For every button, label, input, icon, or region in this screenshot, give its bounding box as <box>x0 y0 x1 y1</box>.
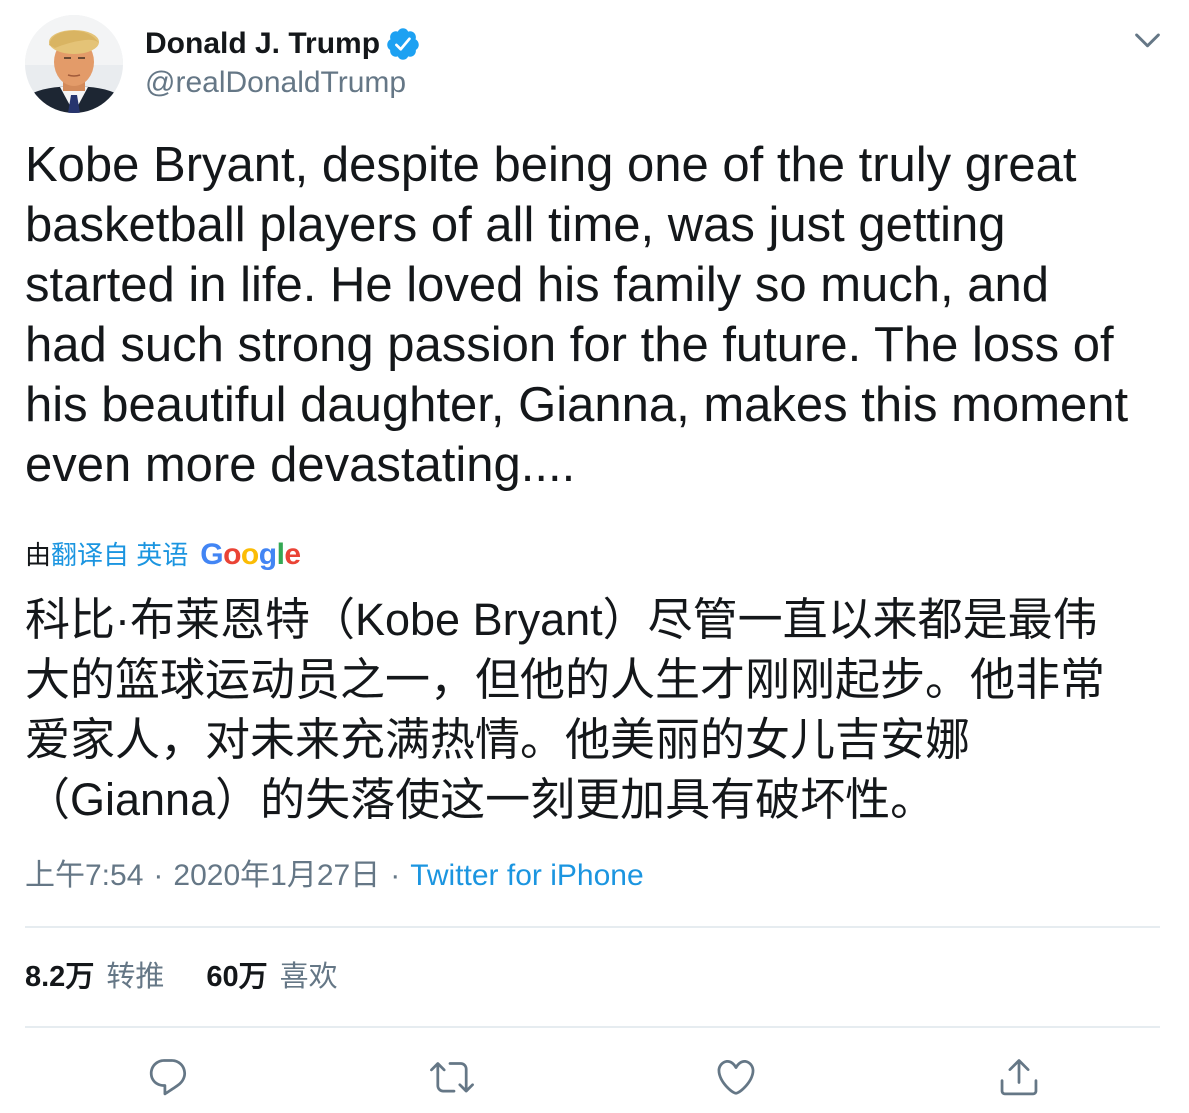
heart-icon <box>717 1059 755 1095</box>
more-options-button[interactable] <box>1130 22 1165 57</box>
tweet-text: Kobe Bryant, despite being one of the tr… <box>25 135 1175 495</box>
google-logo-letter: o <box>240 538 259 571</box>
tweet-detail: Donald J. Trump @realDonaldTrump Kobe Br… <box>0 0 1189 1113</box>
translation-attribution: 由 翻译自 英语 Google <box>25 536 301 574</box>
divider <box>25 926 1160 928</box>
likes-count: 60万 <box>206 961 268 993</box>
tweet-text-line: basketball players of all time, was just… <box>25 198 1006 252</box>
author-handle[interactable]: @realDonaldTrump <box>145 65 406 101</box>
tweet-text-line: his beautiful daughter, Gianna, makes th… <box>25 378 1129 432</box>
meta-separator: · <box>390 859 401 892</box>
retweets-label: 转推 <box>106 961 165 993</box>
likes-label: 喜欢 <box>279 961 338 993</box>
share-icon <box>1000 1059 1038 1096</box>
meta-separator: · <box>153 859 164 892</box>
author-name-row: Donald J. Trump <box>145 26 421 62</box>
reply-button[interactable] <box>146 1055 190 1099</box>
retweet-button[interactable] <box>430 1055 474 1099</box>
chevron-down-icon <box>1135 33 1160 48</box>
retweet-icon <box>430 1062 474 1093</box>
translated-text-line: 爱家人，对未来充满热情。他美丽的女儿吉安娜 <box>25 714 971 765</box>
like-button[interactable] <box>714 1055 758 1099</box>
google-logo-letter: e <box>284 538 301 571</box>
translated-text-line: 大的篮球运动员之一，但他的人生才刚刚起步。他非常 <box>25 654 1106 705</box>
google-logo-letter: G <box>200 538 224 571</box>
tweet-text-line: Kobe Bryant, despite being one of the tr… <box>25 138 1077 192</box>
divider <box>25 1026 1160 1028</box>
verified-badge-icon <box>387 28 419 60</box>
google-logo-letter: o <box>223 538 241 571</box>
avatar-image <box>25 15 123 113</box>
tweet-date[interactable]: 2020年1月27日 <box>173 859 380 892</box>
retweets-count: 8.2万 <box>25 961 95 993</box>
translated-text-line: 科比·布莱恩特（Kobe Bryant）尽管一直以来都是最伟 <box>25 594 1098 645</box>
tweet-text-line: even more devastating.... <box>25 438 576 492</box>
tweet-text-line: had such strong passion for the future. … <box>25 318 1114 372</box>
tweet-stats: 8.2万 转推 60万 喜欢 <box>25 959 380 995</box>
tweet-text-line: started in life. He loved his family so … <box>25 258 1050 312</box>
likes-stat[interactable]: 60万 喜欢 <box>206 959 337 995</box>
google-logo: Google <box>200 536 301 574</box>
tweet-time[interactable]: 上午7:54 <box>25 859 143 892</box>
translated-text-line: （Gianna）的失落使这一刻更加具有破坏性。 <box>25 774 936 825</box>
tweet-source-link[interactable]: Twitter for iPhone <box>410 859 643 892</box>
user-avatar[interactable] <box>25 15 123 113</box>
reply-icon <box>149 1059 187 1096</box>
share-button[interactable] <box>997 1055 1041 1099</box>
author-name[interactable]: Donald J. Trump <box>145 26 380 62</box>
retweets-stat[interactable]: 8.2万 转推 <box>25 959 164 995</box>
google-logo-letter: g <box>258 538 277 571</box>
translation-by-label: 由 <box>25 540 52 570</box>
translated-from-link[interactable]: 翻译自 英语 <box>51 536 188 574</box>
tweet-meta: 上午7:54 · 2020年1月27日 · Twitter for iPhone <box>25 858 644 894</box>
translated-text: 科比·布莱恩特（Kobe Bryant）尽管一直以来都是最伟 大的篮球运动员之一… <box>25 590 1175 830</box>
